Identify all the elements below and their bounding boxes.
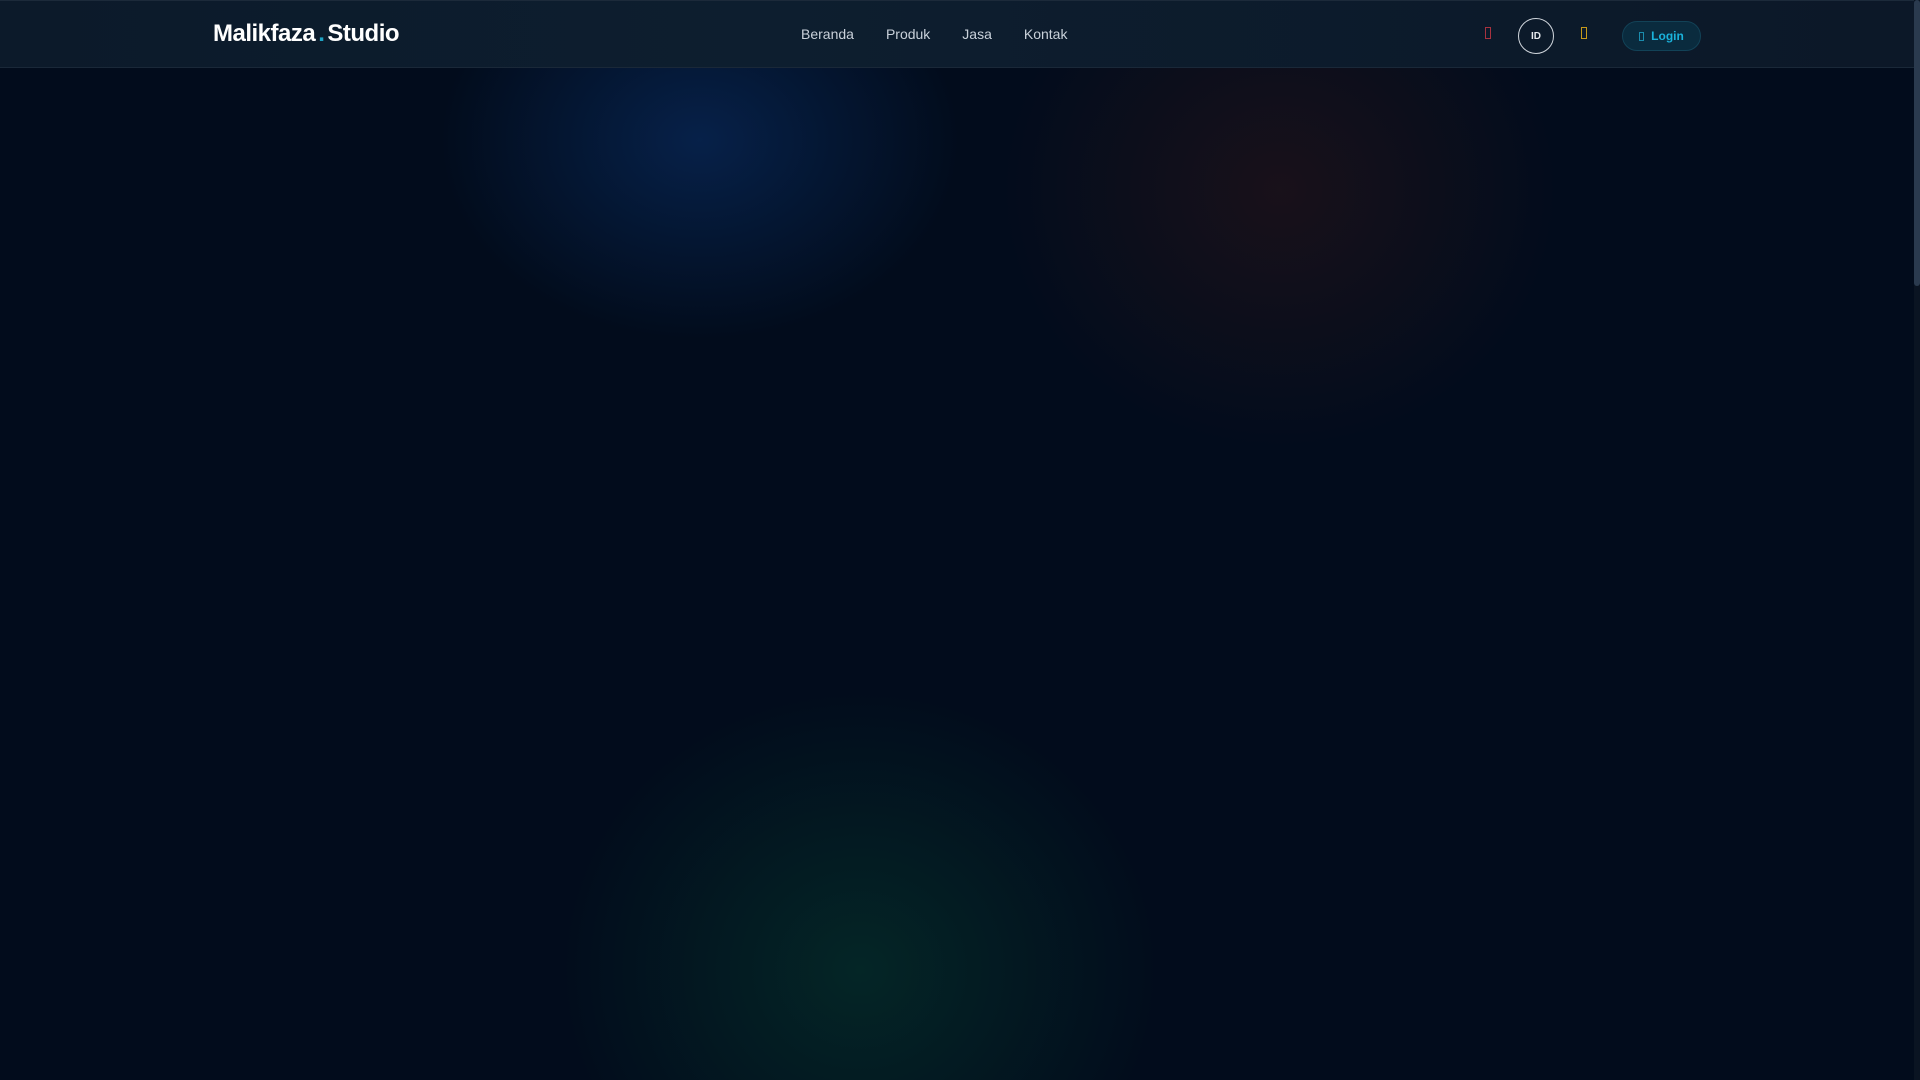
language-button[interactable]: ID xyxy=(1518,18,1554,54)
nav-beranda[interactable]: Beranda xyxy=(801,26,854,42)
nav-kontak[interactable]: Kontak xyxy=(1024,26,1068,42)
nav-produk[interactable]: Produk xyxy=(886,26,930,42)
heart-icon[interactable] xyxy=(1485,27,1491,39)
main-nav: Beranda Produk Jasa Kontak xyxy=(801,26,1067,42)
theme-toggle-icon[interactable] xyxy=(1581,27,1587,39)
login-icon xyxy=(1639,31,1645,41)
login-label: Login xyxy=(1651,29,1684,43)
scrollbar-thumb[interactable] xyxy=(1914,0,1920,286)
top-navbar: Malikfaza. Studio Beranda Produk Jasa Kon… xyxy=(0,0,1914,68)
logo-dot: . xyxy=(318,20,325,47)
logo-name: Malikfaza xyxy=(213,20,316,47)
nav-jasa[interactable]: Jasa xyxy=(962,26,992,42)
scrollbar[interactable] xyxy=(1914,0,1920,1080)
login-button[interactable]: Login xyxy=(1622,21,1701,51)
logo[interactable]: Malikfaza. Studio xyxy=(213,20,400,48)
logo-suffix: Studio xyxy=(327,20,400,47)
